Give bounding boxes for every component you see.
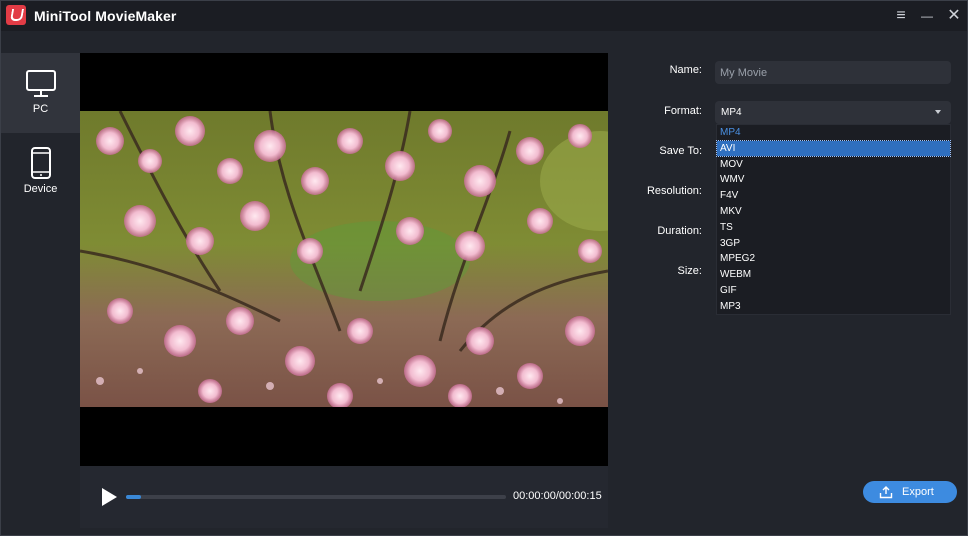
format-option-wmv[interactable]: WMV [717, 172, 950, 187]
name-label: Name: [669, 64, 702, 76]
format-option-mp3[interactable]: MP3 [717, 299, 950, 314]
export-label: Export [902, 486, 934, 498]
title-bar: MiniTool MovieMaker ≡ — ✕ [1, 1, 967, 31]
upload-icon [879, 486, 893, 499]
close-button[interactable]: ✕ [942, 5, 966, 27]
format-option-ts[interactable]: TS [717, 220, 950, 235]
menu-icon[interactable]: ≡ [889, 5, 913, 27]
format-option-mov[interactable]: MOV [717, 157, 950, 172]
minimize-button[interactable]: — [915, 5, 939, 27]
video-frame [80, 111, 608, 407]
format-selected-value: MP4 [721, 107, 742, 118]
chevron-down-icon [935, 110, 941, 114]
save-to-label: Save To: [659, 145, 702, 157]
preview-top-strip [80, 31, 608, 53]
playback-controls: 00:00:00/00:00:15 [80, 466, 608, 528]
app-logo-icon [6, 5, 26, 25]
sidebar-item-pc[interactable]: PC [1, 53, 80, 133]
format-option-mp4[interactable]: MP4 [717, 125, 950, 140]
name-input[interactable] [715, 61, 951, 84]
export-target-sidebar: PC Device [1, 53, 80, 453]
sidebar-item-label: PC [32, 103, 49, 115]
app-title: MiniTool MovieMaker [34, 8, 177, 24]
format-option-webm[interactable]: WEBM [717, 267, 950, 282]
app-window: MiniTool MovieMaker ≡ — ✕ PC Device 00:0… [0, 0, 968, 536]
blossom-photo [80, 111, 608, 407]
sidebar-item-device[interactable]: Device [1, 133, 80, 213]
resolution-label: Resolution: [646, 185, 702, 197]
monitor-icon [26, 70, 56, 97]
format-option-avi[interactable]: AVI [716, 139, 951, 157]
phone-icon [31, 147, 51, 179]
seek-progress [126, 495, 142, 499]
format-select[interactable]: MP4 [715, 101, 951, 124]
size-label: Size: [677, 265, 702, 277]
format-option-mpeg2[interactable]: MPEG2 [717, 251, 950, 266]
format-option-mkv[interactable]: MKV [717, 204, 950, 219]
format-option-gif[interactable]: GIF [717, 283, 950, 298]
format-dropdown-list: MP4 AVI MOV WMV F4V MKV TS 3GP MPEG2 WEBM GIF MP3 [716, 124, 951, 315]
format-label: Format: [664, 105, 702, 117]
format-option-3gp[interactable]: 3GP [717, 236, 950, 251]
sidebar-item-label: Device [23, 183, 58, 195]
time-readout: 00:00:00/00:00:15 [513, 490, 602, 502]
export-button[interactable]: Export [863, 481, 957, 503]
format-option-f4v[interactable]: F4V [717, 188, 950, 203]
play-button[interactable] [102, 488, 117, 506]
seek-bar[interactable] [126, 495, 506, 499]
duration-label: Duration: [657, 225, 702, 237]
